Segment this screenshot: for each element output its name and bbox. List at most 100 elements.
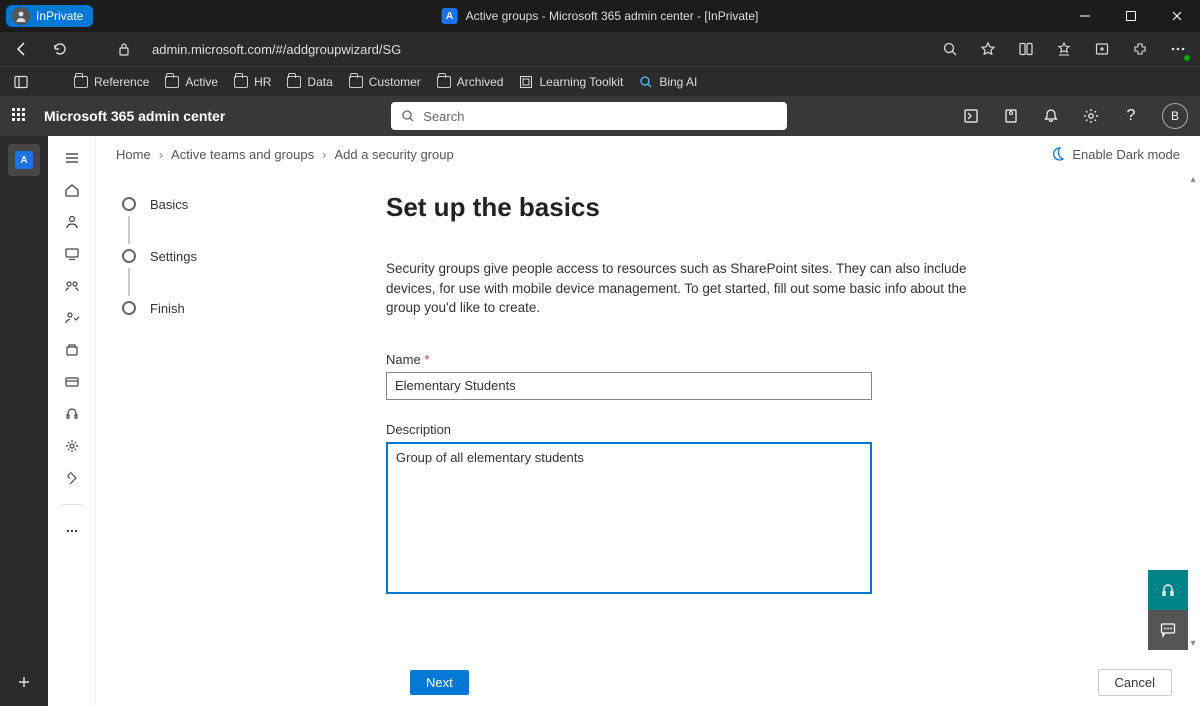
bookmark-customer[interactable]: Customer [349, 75, 421, 89]
bookmarks-bar: Reference Active HR Data Customer Archiv… [0, 66, 1200, 96]
favorite-button[interactable] [974, 35, 1002, 63]
refresh-button[interactable] [46, 35, 74, 63]
split-screen-icon[interactable] [1012, 35, 1040, 63]
search-icon [639, 75, 653, 89]
dark-mode-toggle[interactable]: Enable Dark mode [1050, 146, 1180, 162]
bookmark-learning-toolkit[interactable]: Learning Toolkit [519, 75, 623, 89]
back-button[interactable] [8, 35, 36, 63]
folder-icon [349, 76, 363, 88]
step-settings[interactable]: Settings [122, 244, 386, 268]
bookmark-bing-ai[interactable]: Bing AI [639, 75, 697, 89]
window-titlebar: InPrivate A Active groups - Microsoft 36… [0, 0, 1200, 32]
feedback-button[interactable] [1148, 610, 1188, 650]
more-button[interactable] [1164, 35, 1192, 63]
app-launcher-icon[interactable] [12, 108, 28, 124]
breadcrumb-active-groups[interactable]: Active teams and groups [171, 147, 314, 162]
side-panel-icon[interactable] [10, 68, 32, 96]
extensions-icon[interactable] [1126, 35, 1154, 63]
admin-search-box[interactable]: Search [391, 102, 787, 130]
browser-toolbar: admin.microsoft.com/#/addgroupwizard/SG [0, 32, 1200, 66]
profile-avatar-icon [12, 7, 30, 25]
admin-nav-rail [48, 136, 96, 706]
notifications-icon[interactable] [1042, 107, 1060, 125]
wizard-steps: Basics Settings Finish [116, 192, 386, 658]
admin-brand-title: Microsoft 365 admin center [44, 108, 225, 124]
toolkit-icon [519, 75, 533, 89]
chevron-right-icon: › [159, 147, 163, 162]
scroll-up-icon[interactable]: ▴ [1186, 172, 1200, 186]
nav-users-icon[interactable] [62, 212, 82, 232]
nav-support-icon[interactable] [62, 404, 82, 424]
bookmark-reference[interactable]: Reference [74, 75, 149, 89]
breadcrumb-home[interactable]: Home [116, 147, 151, 162]
form-panel: Set up the basics Security groups give p… [386, 192, 1146, 658]
name-input[interactable] [386, 372, 872, 400]
chevron-right-icon: › [322, 147, 326, 162]
site-favicon-icon: A [442, 8, 458, 24]
sidebar-app-icon[interactable]: A [8, 144, 40, 176]
nav-home-icon[interactable] [62, 180, 82, 200]
nav-setup-icon[interactable] [62, 468, 82, 488]
step-basics[interactable]: Basics [122, 192, 386, 216]
description-textarea[interactable] [386, 442, 872, 594]
scroll-down-icon[interactable]: ▾ [1186, 636, 1200, 650]
inprivate-label: InPrivate [36, 9, 83, 23]
edge-sidebar: A [0, 136, 48, 706]
shell-icon-1[interactable] [962, 107, 980, 125]
step-connector [128, 268, 130, 296]
help-pane-button[interactable] [1148, 570, 1188, 610]
window-close-button[interactable] [1154, 0, 1200, 32]
name-label: Name * [386, 352, 1146, 367]
step-circle-icon [122, 197, 136, 211]
nav-billing-icon[interactable] [62, 372, 82, 392]
add-tool-icon[interactable] [8, 666, 40, 698]
next-button[interactable]: Next [410, 670, 469, 695]
url-text: admin.microsoft.com/#/addgroupwizard/SG [152, 42, 401, 57]
help-icon[interactable]: ? [1122, 107, 1140, 125]
step-finish[interactable]: Finish [122, 296, 386, 320]
window-title-text: Active groups - Microsoft 365 admin cent… [466, 9, 759, 23]
nav-groups-icon[interactable] [62, 276, 82, 296]
breadcrumb: Home › Active teams and groups › Add a s… [96, 136, 1200, 172]
bookmark-active[interactable]: Active [165, 75, 218, 89]
breadcrumb-current: Add a security group [334, 147, 453, 162]
bookmark-data[interactable]: Data [287, 75, 332, 89]
folder-icon [234, 76, 248, 88]
folder-icon [74, 76, 88, 88]
address-bar[interactable]: admin.microsoft.com/#/addgroupwizard/SG [148, 42, 401, 57]
nav-resources-icon[interactable] [62, 340, 82, 360]
collections-icon[interactable] [1088, 35, 1116, 63]
bookmark-hr[interactable]: HR [234, 75, 271, 89]
wizard-footer: Next Cancel [96, 658, 1200, 706]
bookmark-archived[interactable]: Archived [437, 75, 504, 89]
nav-devices-icon[interactable] [62, 244, 82, 264]
search-placeholder: Search [423, 109, 464, 124]
site-info-button[interactable] [110, 35, 138, 63]
folder-icon [165, 76, 179, 88]
step-connector [128, 216, 130, 244]
window-minimize-button[interactable] [1062, 0, 1108, 32]
page-title: Set up the basics [386, 192, 1146, 223]
nav-settings-icon[interactable] [62, 436, 82, 456]
account-avatar[interactable]: B [1162, 103, 1188, 129]
favorites-list-icon[interactable] [1050, 35, 1078, 63]
folder-icon [287, 76, 301, 88]
folder-icon [437, 76, 451, 88]
moon-icon [1050, 146, 1066, 162]
cancel-button[interactable]: Cancel [1098, 669, 1172, 696]
step-circle-icon [122, 301, 136, 315]
step-circle-icon [122, 249, 136, 263]
inprivate-badge[interactable]: InPrivate [6, 5, 93, 27]
nav-more-icon[interactable] [62, 521, 82, 541]
nav-roles-icon[interactable] [62, 308, 82, 328]
window-maximize-button[interactable] [1108, 0, 1154, 32]
page-description: Security groups give people access to re… [386, 259, 996, 318]
window-title: A Active groups - Microsoft 365 admin ce… [442, 8, 759, 24]
settings-icon[interactable] [1082, 107, 1100, 125]
search-icon[interactable] [936, 35, 964, 63]
nav-menu-icon[interactable] [62, 148, 82, 168]
admin-header: Microsoft 365 admin center Search ? B [0, 96, 1200, 136]
description-label: Description [386, 422, 1146, 437]
shell-icon-2[interactable] [1002, 107, 1020, 125]
search-icon [401, 109, 415, 123]
